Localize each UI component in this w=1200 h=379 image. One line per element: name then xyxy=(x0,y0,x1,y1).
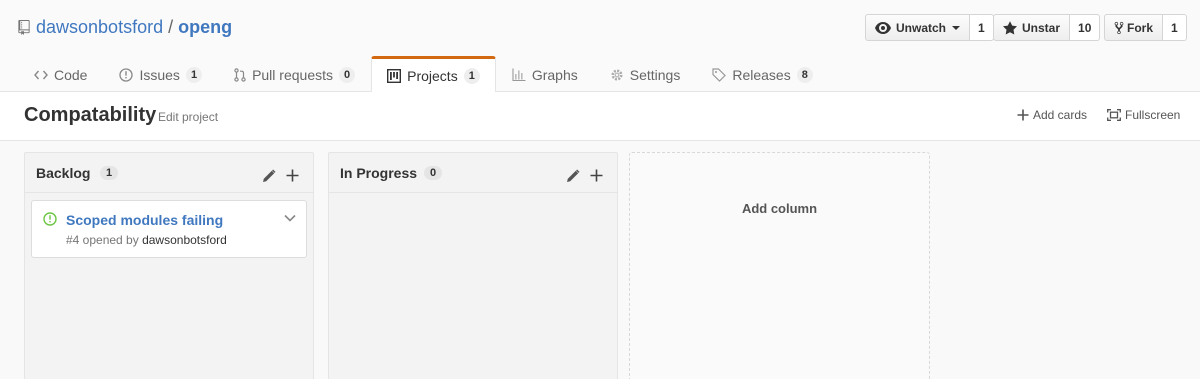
tab-releases-label: Releases xyxy=(732,66,791,83)
repo-icon xyxy=(18,19,30,35)
chevron-down-icon xyxy=(952,25,961,30)
add-column-placeholder[interactable]: Add column xyxy=(629,152,930,379)
pull-requests-counter: 0 xyxy=(339,66,356,83)
forks-count[interactable]: 1 xyxy=(1163,14,1187,41)
issue-number-opened-by: #4 opened by xyxy=(66,233,139,247)
star-action: Unstar 10 xyxy=(993,14,1101,41)
screen-full-icon xyxy=(1107,109,1121,121)
watch-action: Unwatch 1 xyxy=(865,14,994,41)
project-header: Compatability Edit project Add cards Ful… xyxy=(0,92,1200,141)
tab-pull-requests[interactable]: Pull requests 0 xyxy=(218,56,371,92)
project-column-backlog: Backlog 1 Scoped modules failing #4 open… xyxy=(24,152,314,379)
repo-forked-icon xyxy=(1114,21,1124,34)
project-board: Backlog 1 Scoped modules failing #4 open… xyxy=(0,141,1200,379)
fullscreen-label: Fullscreen xyxy=(1125,108,1181,122)
tab-code-label: Code xyxy=(54,66,88,83)
graph-icon xyxy=(512,68,526,81)
tab-releases[interactable]: Releases 8 xyxy=(696,56,829,92)
unstar-button[interactable]: Unstar xyxy=(993,14,1071,41)
projects-counter: 1 xyxy=(463,68,480,84)
pencil-icon[interactable] xyxy=(566,169,580,186)
issue-opened-icon xyxy=(43,212,57,229)
column-card-count: 1 xyxy=(100,166,119,180)
tab-code[interactable]: Code xyxy=(18,56,103,92)
unwatch-button[interactable]: Unwatch xyxy=(865,14,971,41)
issue-opened-icon xyxy=(119,67,134,82)
tab-settings[interactable]: Settings xyxy=(594,56,697,92)
tab-graphs[interactable]: Graphs xyxy=(496,56,594,92)
issue-meta: #4 opened by dawsonbotsford xyxy=(66,233,227,247)
tab-graphs-label: Graphs xyxy=(531,66,578,83)
unstar-label: Unstar xyxy=(1022,20,1061,35)
repo-owner-link[interactable]: dawsonbotsford xyxy=(36,17,163,38)
fullscreen-button[interactable]: Fullscreen xyxy=(1107,108,1180,122)
plus-icon xyxy=(1017,109,1029,121)
unwatch-label: Unwatch xyxy=(896,20,947,35)
issues-counter: 1 xyxy=(185,66,203,83)
column-card-count: 0 xyxy=(424,166,443,180)
tab-settings-label: Settings xyxy=(629,66,681,83)
column-name: Backlog xyxy=(36,165,91,181)
repository-title: dawsonbotsford / openg xyxy=(18,15,232,39)
repo-name-link[interactable]: openg xyxy=(178,17,232,38)
tab-issues-label: Issues xyxy=(139,66,180,83)
project-column-in-progress: In Progress 0 xyxy=(328,152,618,379)
eye-icon xyxy=(875,21,891,34)
gear-icon xyxy=(611,69,623,80)
edit-project-link[interactable]: Edit project xyxy=(158,110,218,124)
add-card-plus-icon[interactable] xyxy=(590,169,603,185)
watchers-count[interactable]: 1 xyxy=(970,14,994,41)
column-header: In Progress 0 xyxy=(329,153,617,193)
column-header: Backlog 1 xyxy=(25,153,313,193)
column-name: In Progress xyxy=(340,165,418,181)
star-icon xyxy=(1003,20,1017,34)
releases-counter: 8 xyxy=(796,66,813,83)
path-separator: / xyxy=(168,16,174,37)
tab-pull-requests-label: Pull requests xyxy=(252,66,333,83)
stargazers-count[interactable]: 10 xyxy=(1070,14,1101,41)
fork-button[interactable]: Fork xyxy=(1104,14,1164,41)
repository-header: dawsonbotsford / openg Unwatch 1 Unstar … xyxy=(0,0,1200,93)
add-cards-label: Add cards xyxy=(1033,108,1088,122)
code-icon xyxy=(34,70,48,79)
tab-projects[interactable]: Projects 1 xyxy=(371,56,496,93)
repository-nav: Code Issues 1 Pull requests 0 Projects 1… xyxy=(18,56,829,93)
pencil-icon[interactable] xyxy=(262,169,276,186)
tag-icon xyxy=(712,67,727,82)
project-icon xyxy=(387,69,402,83)
add-column-label[interactable]: Add column xyxy=(630,201,929,216)
issue-author-link[interactable]: dawsonbotsford xyxy=(142,233,227,247)
fork-label: Fork xyxy=(1127,20,1154,35)
add-cards-button[interactable]: Add cards xyxy=(1017,108,1087,122)
tab-issues[interactable]: Issues 1 xyxy=(103,56,218,92)
page-title: Compatability xyxy=(24,104,157,126)
issue-card[interactable]: Scoped modules failing #4 opened by daws… xyxy=(31,200,307,258)
chevron-down-icon[interactable] xyxy=(284,210,296,225)
tab-projects-label: Projects xyxy=(407,68,458,84)
add-card-plus-icon[interactable] xyxy=(286,169,299,185)
git-pull-request-icon xyxy=(234,67,246,82)
issue-title-link[interactable]: Scoped modules failing xyxy=(66,212,223,228)
fork-action: Fork 1 xyxy=(1104,14,1187,41)
